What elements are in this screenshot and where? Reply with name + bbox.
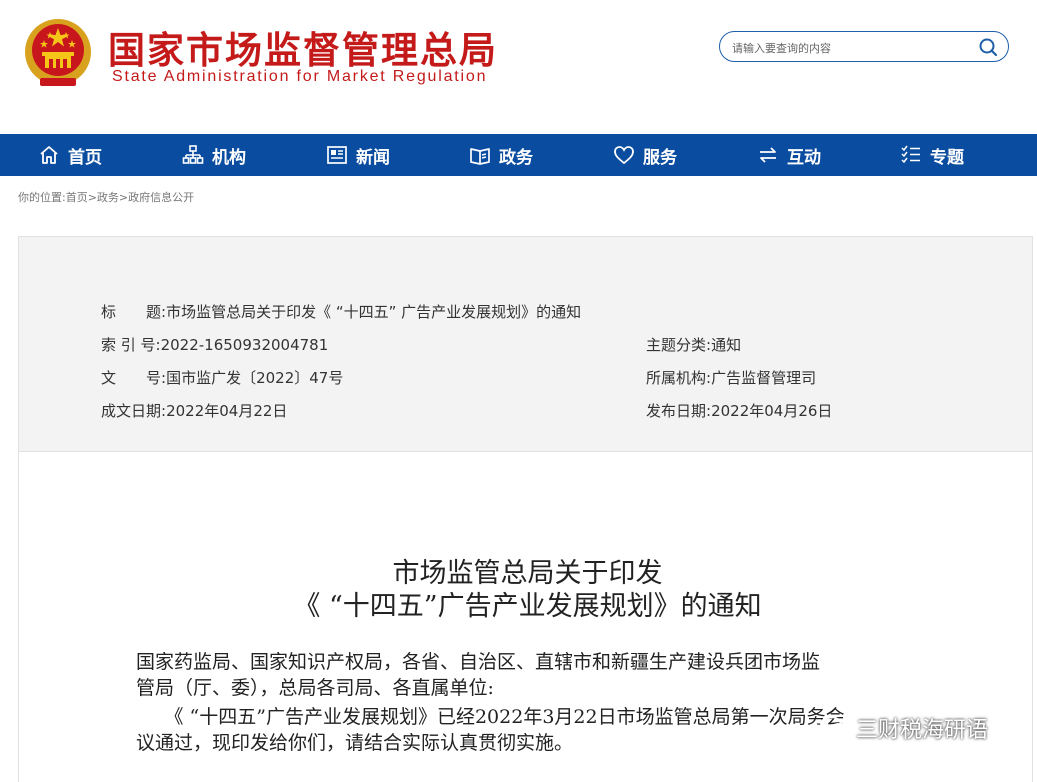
meta-org: 所属机构:广告监督管理司 [646, 367, 816, 388]
meta-topic: 主题分类:通知 [646, 334, 741, 355]
heart-icon [614, 146, 634, 165]
site-title-chinese[interactable]: 国家市场监督管理总局 [108, 20, 498, 74]
home-icon [40, 146, 58, 164]
meta-title: 标 题:市场监管总局关于印发《 “十四五” 广告产业发展规划》的通知 [101, 301, 581, 322]
nav-label: 新闻 [356, 147, 390, 168]
book-icon [470, 148, 490, 165]
nav-label: 首页 [68, 147, 102, 168]
meta-label: 发布日期: [646, 402, 712, 420]
document-title-line1: 市场监管总局关于印发 [392, 558, 663, 589]
main-nav: 首页 机构 新闻 政务 服务 互动 专题 [0, 134, 1037, 176]
search-input[interactable] [730, 37, 974, 59]
document-recipients: 国家药监局、国家知识产权局，各省、自治区、直辖市和新疆生产建设兵团市场监 管局（… [136, 649, 926, 701]
nav-item-news[interactable]: 新闻 [326, 134, 390, 176]
nav-item-topics[interactable]: 专题 [900, 134, 964, 176]
meta-value: 广告监督管理司 [711, 369, 817, 387]
meta-value: 国市监广发〔2022〕47号 [166, 369, 344, 387]
paragraph-line1: 《 “十四五”广告产业发展规划》已经2022年3月22日市场监管总局第一次局务会 [136, 706, 845, 728]
meta-published-date: 发布日期:2022年04月26日 [646, 400, 832, 421]
wechat-watermark: 三财税海研语 [820, 712, 988, 744]
nav-label: 服务 [643, 147, 677, 168]
wechat-icon [820, 716, 849, 739]
nav-item-org[interactable]: 机构 [182, 134, 246, 176]
search-box [719, 31, 1009, 62]
nav-label: 专题 [930, 147, 964, 168]
breadcrumb[interactable]: 你的位置:首页>政务>政府信息公开 [18, 189, 194, 205]
site-header: 国家市场监督管理总局 State Administration for Mark… [0, 0, 1037, 134]
org-chart-icon [182, 145, 204, 164]
watermark-text: 三财税海研语 [856, 718, 989, 743]
nav-item-interaction[interactable]: 互动 [757, 134, 821, 176]
nav-item-home[interactable]: 首页 [38, 134, 102, 176]
meta-value: 2022-1650932004781 [160, 336, 329, 354]
search-icon[interactable] [978, 37, 998, 57]
meta-value: 通知 [711, 336, 742, 354]
document-title-line2: 《 “十四五”广告产业发展规划》的通知 [293, 591, 762, 622]
nav-label: 机构 [212, 147, 246, 168]
meta-label: 主题分类: [646, 336, 712, 354]
news-icon [327, 146, 347, 164]
national-emblem-icon[interactable] [22, 16, 94, 90]
recipients-line2: 管局（厅、委），总局各司局、各直属单位: [136, 677, 494, 699]
meta-label: 标 题: [101, 303, 167, 321]
meta-value: 2022年04月26日 [711, 402, 833, 420]
meta-created-date: 成文日期:2022年04月22日 [101, 400, 287, 421]
document-title: 市场监管总局关于印发 《 “十四五”广告产业发展规划》的通知 [0, 557, 1037, 623]
meta-label: 索 引 号: [101, 336, 161, 354]
site-title-english: State Administration for Market Regulati… [112, 68, 488, 85]
exchange-icon [760, 147, 776, 163]
paragraph-line2: 议通过，现印发给你们，请结合实际认真贯彻实施。 [136, 732, 574, 754]
list-icon [901, 145, 920, 164]
nav-item-service[interactable]: 服务 [613, 134, 677, 176]
nav-item-affairs[interactable]: 政务 [469, 134, 533, 176]
document-paragraph: 《 “十四五”广告产业发展规划》已经2022年3月22日市场监管总局第一次局务会… [136, 704, 926, 756]
meta-value: 2022年04月22日 [166, 402, 288, 420]
meta-index: 索 引 号:2022-1650932004781 [101, 334, 328, 355]
meta-label: 成文日期: [101, 402, 167, 420]
meta-label: 文 号: [101, 369, 167, 387]
meta-label: 所属机构: [646, 369, 712, 387]
meta-docno: 文 号:国市监广发〔2022〕47号 [101, 367, 343, 388]
nav-label: 政务 [499, 147, 533, 168]
recipients-line1: 国家药监局、国家知识产权局，各省、自治区、直辖市和新疆生产建设兵团市场监 [136, 651, 821, 673]
nav-label: 互动 [787, 147, 821, 168]
meta-value: 市场监管总局关于印发《 “十四五” 广告产业发展规划》的通知 [166, 303, 582, 321]
